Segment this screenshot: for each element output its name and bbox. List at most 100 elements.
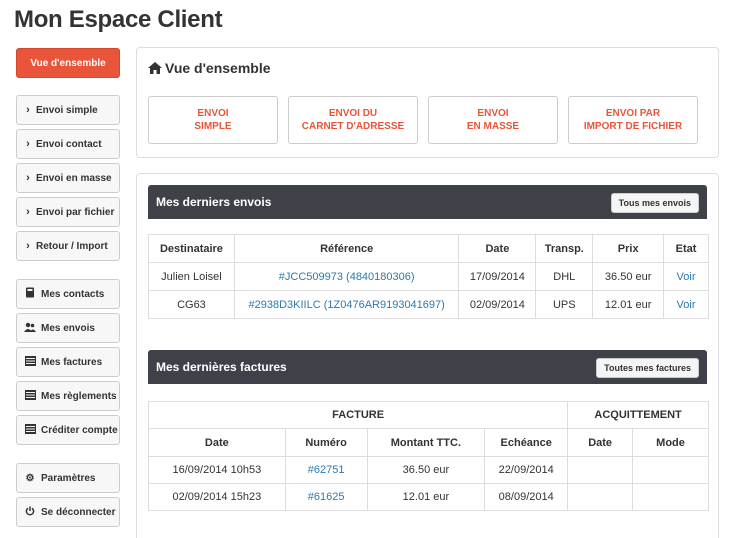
column-header: Transp. [535, 234, 594, 263]
sidebar-item-overview[interactable]: Vue d'ensemble [16, 48, 120, 78]
envois-header: Mes derniers envois Tous mes envois [148, 185, 707, 219]
factures-title: Mes dernières factures [156, 360, 287, 374]
sidebar-item-mes-envois[interactable]: Mes envois [16, 313, 120, 343]
list-icon [23, 389, 37, 403]
table-row: Julien Loisel #JCC509973 (4840180306) 17… [148, 262, 709, 291]
all-factures-button[interactable]: Toutes mes factures [596, 358, 699, 378]
envoi-en-masse-button[interactable]: ENVOI EN MASSE [428, 96, 558, 144]
column-header: Mode [632, 428, 709, 457]
users-icon [23, 322, 37, 335]
cell-date: 16/09/2014 10h53 [148, 456, 286, 484]
cell-prix: 12.01 eur [592, 290, 665, 319]
cell-etat: Voir [663, 290, 709, 319]
facture-link[interactable]: #61625 [308, 491, 345, 503]
sidebar-item-label: Créditer compte [41, 424, 118, 436]
cell-echeance: 08/09/2014 [484, 483, 569, 511]
table-row: 02/09/2014 15h23 #61625 12.01 eur 08/09/… [148, 483, 709, 511]
voir-link[interactable]: Voir [677, 271, 696, 283]
cell-date: 02/09/2014 [458, 290, 537, 319]
column-header: Date [148, 428, 286, 457]
overview-panel: Vue d'ensemble ENVOI SIMPLE ENVOI DU CARNE… [136, 47, 719, 158]
sidebar-item-crediter-compte[interactable]: Créditer compte [16, 415, 120, 445]
sidebar-item-label: Envoi contact [36, 138, 102, 150]
sidebar-item-label: Envoi par fichier [36, 206, 115, 218]
chevron-right-icon: › [26, 206, 30, 218]
sidebar-item-parametres[interactable]: ⚙ Paramètres [16, 463, 120, 493]
sidebar-item-envoi-fichier[interactable]: › Envoi par fichier [16, 197, 120, 227]
group-header-acquittement: ACQUITTEMENT [567, 401, 709, 429]
list-icon [23, 423, 37, 437]
sidebar-item-retour-import[interactable]: › Retour / Import [16, 231, 120, 261]
sidebar-item-label: Retour / Import [36, 240, 108, 252]
reference-link[interactable]: #JCC509973 (4840180306) [279, 271, 415, 283]
column-header: Destinataire [148, 234, 235, 263]
sidebar-item-se-deconnecter[interactable]: Se déconnecter [16, 497, 120, 527]
all-envois-button[interactable]: Tous mes envois [610, 193, 699, 213]
sidebar-item-label: Mes règlements [41, 390, 117, 402]
cell-acq-date [567, 483, 634, 511]
reference-link[interactable]: #2938D3KIILC (1Z0476AR9193041697) [249, 299, 445, 311]
page-title: Mon Espace Client [14, 6, 223, 33]
cell-etat: Voir [663, 262, 709, 291]
sidebar-item-label: Envoi simple [36, 104, 98, 116]
sidebar-item-envoi-contact[interactable]: › Envoi contact [16, 129, 120, 159]
group-header-facture: FACTURE [147, 401, 569, 429]
sidebar-item-label: Mes factures [41, 356, 103, 368]
chevron-right-icon: › [26, 172, 30, 184]
sidebar-item-label: Paramètres [41, 472, 96, 484]
cell-date: 17/09/2014 [458, 262, 537, 291]
chevron-right-icon: › [26, 240, 30, 252]
sidebar-item-envoi-masse[interactable]: › Envoi en masse [16, 163, 120, 193]
overview-title: Vue d'ensemble [148, 60, 271, 76]
cell-prix: 36.50 eur [592, 262, 665, 291]
chevron-right-icon: › [26, 138, 30, 150]
chevron-right-icon: › [26, 104, 30, 116]
cell-acq-date [567, 456, 634, 484]
sidebar-item-envoi-simple[interactable]: › Envoi simple [16, 95, 120, 125]
cell-echeance: 22/09/2014 [484, 456, 569, 484]
cell-date: 02/09/2014 15h23 [148, 483, 286, 511]
list-icon [23, 355, 37, 369]
cell-numero: #61625 [284, 483, 368, 511]
table-group-header-row: FACTURE ACQUITTEMENT [147, 401, 709, 429]
cell-acq-mode [632, 483, 709, 511]
sidebar-item-label: Mes envois [41, 322, 95, 334]
sidebar-item-mes-contacts[interactable]: Mes contacts [16, 279, 120, 309]
column-header: Echéance [484, 428, 569, 457]
cell-acq-mode [632, 456, 709, 484]
cell-destinataire: CG63 [148, 290, 235, 319]
column-header: Date [567, 428, 634, 457]
table-row: CG63 #2938D3KIILC (1Z0476AR9193041697) 0… [148, 290, 709, 319]
cell-numero: #62751 [284, 456, 368, 484]
envoi-simple-button[interactable]: ENVOI SIMPLE [148, 96, 278, 144]
sidebar-item-mes-reglements[interactable]: Mes règlements [16, 381, 120, 411]
cell-destinataire: Julien Loisel [148, 262, 235, 291]
power-icon [23, 506, 37, 519]
envoi-import-fichier-button[interactable]: ENVOI PAR IMPORT DE FICHIER [568, 96, 698, 144]
column-header: Etat [663, 234, 709, 263]
main-panel: Mes derniers envois Tous mes envois Dest… [136, 173, 719, 538]
sidebar-item-label: Mes contacts [41, 288, 105, 300]
factures-table: FACTURE ACQUITTEMENT Date Numéro Montant… [147, 401, 709, 511]
factures-header: Mes dernières factures Toutes mes factur… [148, 350, 707, 384]
table-row: 16/09/2014 10h53 #62751 36.50 eur 22/09/… [148, 456, 709, 484]
address-book-icon [23, 287, 37, 301]
column-header: Prix [592, 234, 665, 263]
sidebar-item-label: Envoi en masse [36, 172, 112, 184]
envoi-carnet-adresse-button[interactable]: ENVOI DU CARNET D'ADRESSE [288, 96, 418, 144]
cell-reference: #2938D3KIILC (1Z0476AR9193041697) [233, 290, 460, 319]
column-header: Numéro [284, 428, 368, 457]
column-header: Référence [233, 234, 460, 263]
column-header: Montant TTC. [366, 428, 486, 457]
facture-link[interactable]: #62751 [308, 464, 345, 476]
cell-transporteur: DHL [535, 262, 594, 291]
cell-montant: 36.50 eur [366, 456, 486, 484]
gear-icon: ⚙ [25, 472, 35, 484]
sidebar-item-label: Vue d'ensemble [30, 57, 106, 69]
column-header: Date [458, 234, 537, 263]
envois-table: Destinataire Référence Date Transp. Prix… [148, 234, 709, 319]
sidebar-item-mes-factures[interactable]: Mes factures [16, 347, 120, 377]
cell-transporteur: UPS [535, 290, 594, 319]
voir-link[interactable]: Voir [677, 299, 696, 311]
envois-title: Mes derniers envois [156, 195, 272, 209]
